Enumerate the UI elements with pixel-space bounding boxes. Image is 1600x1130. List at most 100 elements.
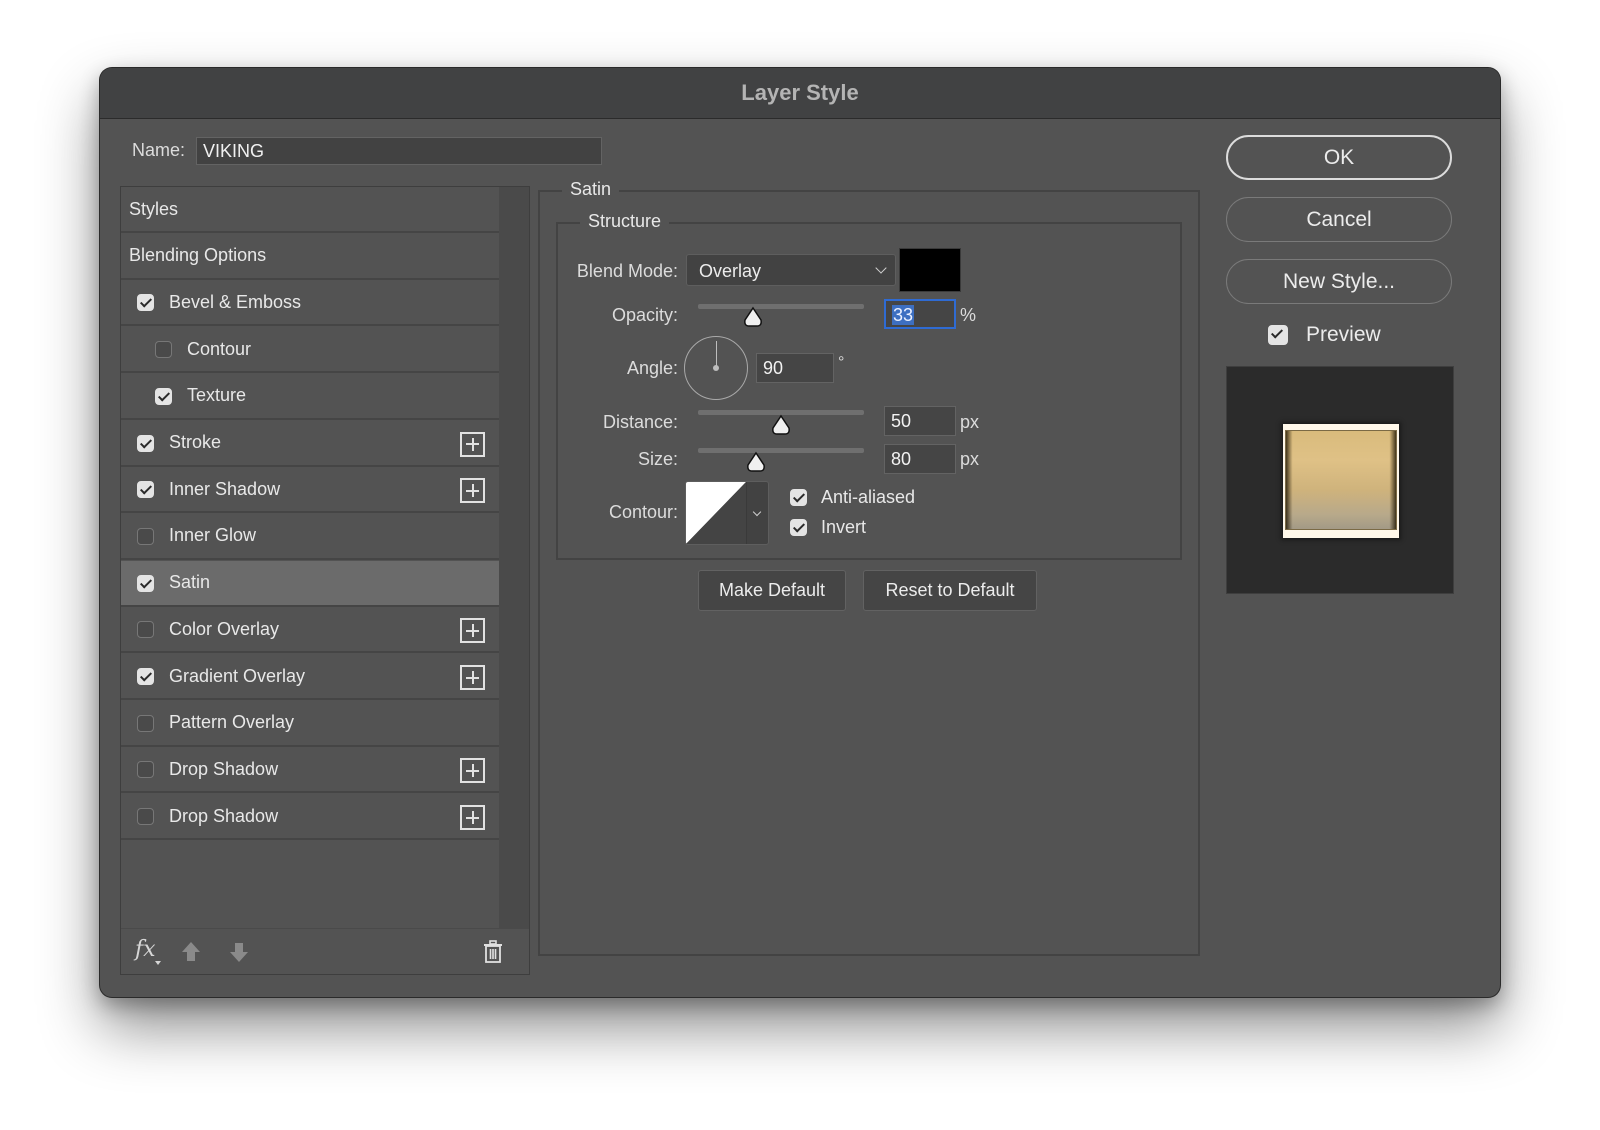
checkbox-checked-icon[interactable] — [137, 294, 154, 312]
new-style-button[interactable]: New Style... — [1226, 259, 1452, 304]
checkbox-unchecked-icon[interactable] — [137, 527, 154, 545]
list-scrollbar[interactable] — [499, 187, 529, 929]
move-down-icon[interactable] — [229, 941, 249, 963]
angle-input[interactable]: 90 — [756, 353, 834, 383]
layer-style-dialog: Layer Style Name: Styles Blending Options… — [100, 68, 1500, 997]
opacity-unit: % — [960, 305, 977, 325]
style-item-texture[interactable]: Texture — [121, 374, 499, 420]
style-item-drop-shadow[interactable]: Drop Shadow — [121, 794, 499, 841]
anti-aliased-checkbox[interactable]: Anti-aliased — [790, 487, 915, 508]
reset-to-default-button[interactable]: Reset to Default — [863, 570, 1037, 611]
checkbox-checked-icon[interactable] — [137, 574, 154, 592]
blend-mode-label: Blend Mode: — [576, 261, 678, 281]
trash-icon[interactable] — [483, 940, 503, 964]
style-item-pattern-overlay[interactable]: Pattern Overlay — [121, 701, 499, 747]
style-item-label: Styles — [129, 198, 179, 219]
anti-aliased-check-icon — [790, 489, 807, 506]
style-item-styles[interactable]: Styles — [121, 187, 499, 233]
style-item-contour[interactable]: Contour — [121, 327, 499, 374]
checkbox-unchecked-icon[interactable] — [137, 808, 154, 826]
add-effect-plus-icon[interactable] — [460, 431, 485, 457]
fx-menu-button[interactable]: fx — [135, 937, 156, 962]
cancel-button[interactable]: Cancel — [1226, 197, 1452, 242]
add-effect-plus-icon[interactable] — [460, 478, 485, 504]
style-item-inner-shadow[interactable]: Inner Shadow — [121, 467, 499, 514]
checkbox-checked-icon[interactable] — [155, 387, 172, 405]
title-bar: Layer Style — [100, 68, 1500, 119]
style-item-color-overlay[interactable]: Color Overlay — [121, 607, 499, 654]
chevron-down-icon — [875, 262, 887, 274]
checkbox-unchecked-icon[interactable] — [137, 621, 154, 639]
add-effect-plus-icon[interactable] — [460, 618, 485, 644]
angle-dial-center — [713, 365, 719, 371]
style-item-label: Drop Shadow — [169, 805, 279, 826]
style-item-blending-options[interactable]: Blending Options — [121, 234, 499, 280]
size-input[interactable]: 80 — [884, 444, 956, 474]
checkbox-checked-icon[interactable] — [137, 434, 154, 452]
size-slider-thumb[interactable] — [745, 451, 767, 473]
style-item-label: Color Overlay — [169, 618, 280, 639]
blend-mode-select[interactable]: Overlay — [686, 254, 896, 286]
style-item-inner-glow[interactable]: Inner Glow — [121, 514, 499, 560]
style-item-label: Inner Shadow — [169, 478, 281, 499]
checkbox-checked-icon[interactable] — [137, 668, 154, 685]
checkbox-unchecked-icon[interactable] — [137, 761, 154, 779]
checkbox-unchecked-icon[interactable] — [155, 341, 172, 359]
preview-checkbox[interactable]: Preview — [1268, 323, 1381, 347]
style-item-label: Drop Shadow — [169, 758, 279, 779]
style-item-drop-shadow[interactable]: Drop Shadow — [121, 747, 499, 794]
make-default-button[interactable]: Make Default — [698, 570, 846, 611]
name-label: Name: — [132, 140, 186, 160]
add-effect-plus-icon[interactable] — [460, 665, 485, 690]
distance-unit: px — [960, 412, 980, 432]
style-item-label: Bevel & Emboss — [169, 291, 302, 312]
checkbox-unchecked-icon[interactable] — [137, 714, 154, 732]
angle-value: 90 — [763, 358, 784, 378]
style-item-label: Contour — [187, 338, 252, 359]
move-up-icon[interactable] — [181, 941, 201, 963]
contour-picker[interactable] — [685, 481, 769, 545]
styles-list: Styles Blending Options Bevel & Emboss Cont… — [120, 186, 530, 975]
angle-dial[interactable] — [684, 336, 748, 400]
add-effect-plus-icon[interactable] — [460, 758, 485, 784]
add-effect-plus-icon[interactable] — [460, 805, 485, 831]
distance-input[interactable]: 50 — [884, 406, 956, 436]
size-value: 80 — [891, 449, 912, 469]
ok-button[interactable]: OK — [1226, 135, 1452, 180]
distance-label: Distance: — [602, 412, 678, 432]
angle-unit: ° — [838, 354, 845, 371]
angle-dial-hand — [715, 341, 717, 368]
contour-label: Contour: — [608, 502, 678, 522]
structure-group-title: Structure — [580, 211, 670, 232]
distance-value: 50 — [891, 411, 912, 431]
satin-color-swatch[interactable] — [899, 248, 961, 292]
style-item-label: Blending Options — [129, 245, 267, 266]
style-item-stroke[interactable]: Stroke — [121, 421, 499, 467]
contour-curve-icon — [686, 482, 746, 544]
angle-label: Angle: — [626, 358, 678, 378]
invert-checkbox[interactable]: Invert — [790, 517, 866, 538]
opacity-slider-thumb[interactable] — [742, 306, 764, 328]
size-label: Size: — [637, 449, 678, 469]
style-item-gradient-overlay[interactable]: Gradient Overlay — [121, 654, 499, 700]
style-item-label: Gradient Overlay — [169, 665, 306, 686]
size-unit: px — [960, 449, 980, 469]
distance-slider-thumb[interactable] — [770, 414, 792, 436]
checkbox-checked-icon[interactable] — [137, 481, 154, 499]
opacity-value: 33 — [892, 305, 915, 325]
style-item-bevel-emboss[interactable]: Bevel & Emboss — [121, 280, 499, 327]
preview-gold-texture — [1285, 430, 1397, 530]
invert-check-icon — [790, 519, 807, 536]
preview-thumbnail — [1283, 424, 1399, 538]
style-item-label: Texture — [187, 385, 247, 406]
preview-check-icon — [1268, 325, 1288, 345]
opacity-input[interactable]: 33 — [884, 299, 956, 329]
style-item-label: Inner Glow — [169, 525, 257, 546]
style-item-satin[interactable]: Satin — [121, 560, 499, 607]
size-slider-track[interactable] — [698, 448, 864, 453]
fx-caret-icon — [155, 961, 161, 965]
name-input[interactable] — [196, 137, 602, 165]
opacity-slider-track[interactable] — [698, 304, 864, 309]
blend-mode-value: Overlay — [699, 261, 762, 281]
preview-label: Preview — [1306, 323, 1381, 346]
